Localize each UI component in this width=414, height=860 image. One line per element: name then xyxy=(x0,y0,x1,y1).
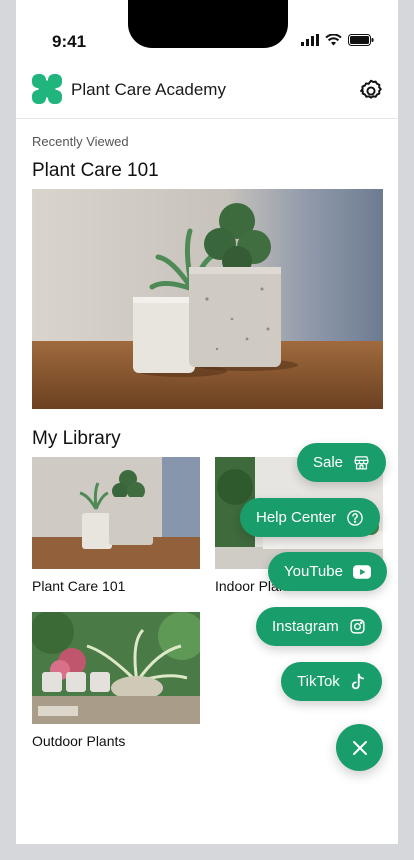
sale-label: Sale xyxy=(313,454,344,471)
library-card-plant-care-101[interactable]: Plant Care 101 xyxy=(32,457,200,594)
app-title: Plant Care Academy xyxy=(71,80,226,99)
my-library-title: My Library xyxy=(32,428,121,449)
recently-viewed-image[interactable] xyxy=(32,189,383,409)
help-center-button[interactable]: Help Center xyxy=(240,498,381,537)
status-icons xyxy=(301,34,374,46)
youtube-icon xyxy=(352,564,371,579)
close-menu-button[interactable] xyxy=(336,724,383,771)
sale-button[interactable]: Sale xyxy=(297,443,387,482)
recently-viewed-title[interactable]: Plant Care 101 xyxy=(32,160,159,182)
youtube-button[interactable]: YouTube xyxy=(268,552,387,591)
youtube-label: YouTube xyxy=(284,563,343,580)
library-card-label: Plant Care 101 xyxy=(32,578,126,594)
battery-icon xyxy=(348,34,374,46)
settings-gear-icon[interactable] xyxy=(358,78,384,104)
status-time: 9:41 xyxy=(52,32,87,51)
status-bar: 9:41 xyxy=(16,0,398,60)
help-circle-icon xyxy=(347,509,363,526)
wifi-icon xyxy=(325,34,342,46)
app-header: Plant Care Academy xyxy=(16,62,398,119)
instagram-label: Instagram xyxy=(272,618,339,635)
recently-viewed-label: Recently Viewed xyxy=(32,134,129,149)
store-icon xyxy=(354,456,369,470)
help-center-label: Help Center xyxy=(256,509,337,526)
tiktok-button[interactable]: TikTok xyxy=(281,662,382,701)
library-card-image xyxy=(32,612,200,724)
tiktok-icon xyxy=(351,673,364,689)
signal-icon xyxy=(301,34,319,46)
library-card-outdoor-plants[interactable]: Outdoor Plants xyxy=(32,612,200,749)
tiktok-label: TikTok xyxy=(297,673,340,690)
logo-icon xyxy=(32,74,62,104)
close-icon xyxy=(352,740,367,755)
app-screen: 9:41 Plant Care Academy Recently Viewed … xyxy=(16,0,398,844)
notch xyxy=(128,0,288,48)
library-card-image xyxy=(32,457,200,569)
instagram-button[interactable]: Instagram xyxy=(256,607,382,646)
library-card-label: Outdoor Plants xyxy=(32,733,126,749)
instagram-icon xyxy=(350,619,365,634)
